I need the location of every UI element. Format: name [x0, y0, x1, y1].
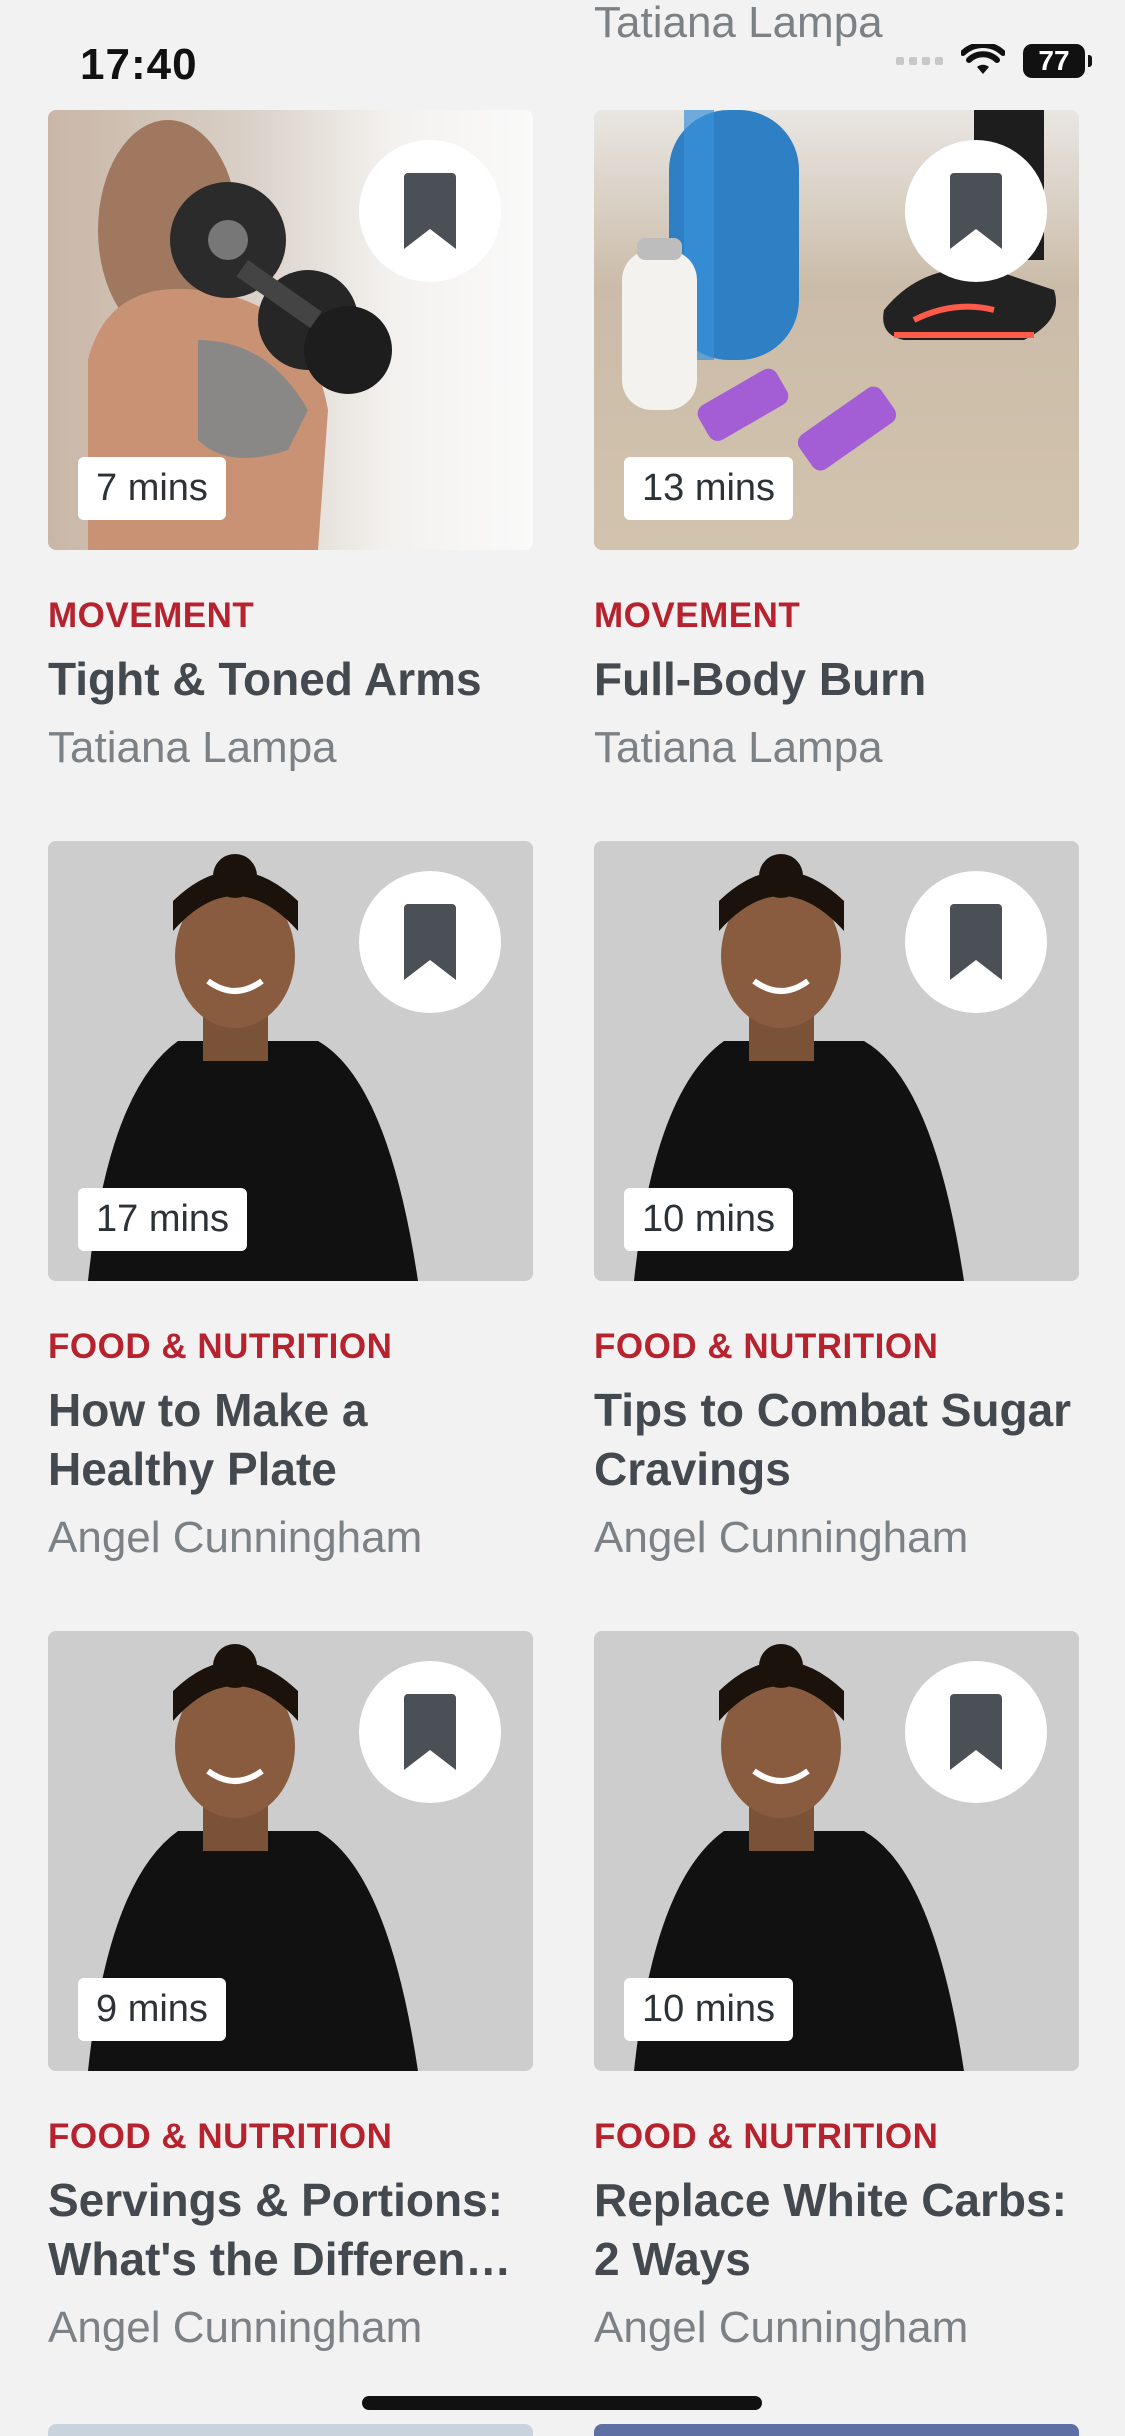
battery-icon: 77 [1023, 44, 1092, 78]
status-time: 17:40 [80, 40, 198, 89]
bookmark-icon [950, 1694, 1002, 1770]
card-author: Angel Cunningham [48, 2303, 423, 2352]
card-thumbnail[interactable]: 10 mins [594, 841, 1079, 1281]
duration-badge: 17 mins [78, 1188, 248, 1251]
content-card[interactable]: 13 mins MOVEMENT Full-Body Burn Tatiana … [594, 110, 1079, 773]
card-author: Tatiana Lampa [594, 723, 883, 772]
duration-badge: 13 mins [624, 457, 794, 520]
card-title[interactable]: Replace White Carbs: 2 Ways [594, 2171, 1079, 2289]
content-card[interactable]: 10 mins FOOD & NUTRITION Tips to Combat … [594, 841, 1079, 1563]
wifi-icon [961, 44, 1005, 74]
content-card[interactable]: 10 mins FOOD & NUTRITION Replace White C… [594, 1631, 1079, 2353]
bookmark-button[interactable] [905, 1661, 1047, 1803]
card-title[interactable]: Tips to Combat Sugar Cravings [594, 1381, 1079, 1499]
duration-badge: 7 mins [78, 457, 226, 520]
card-category: MOVEMENT [48, 596, 255, 635]
duration-badge: 10 mins [624, 1188, 794, 1251]
card-author: Angel Cunningham [594, 1513, 969, 1562]
card-title[interactable]: How to Make a Healthy Plate [48, 1381, 533, 1499]
card-thumbnail[interactable]: 9 mins [48, 1631, 533, 2071]
duration-badge: 10 mins [624, 1978, 794, 2041]
bookmark-icon [404, 173, 456, 249]
card-category: FOOD & NUTRITION [594, 2117, 939, 2156]
next-card-peek[interactable] [48, 2424, 533, 2436]
bookmark-icon [950, 173, 1002, 249]
card-author: Angel Cunningham [48, 1513, 423, 1562]
bookmark-button[interactable] [359, 140, 501, 282]
home-indicator[interactable] [362, 2396, 762, 2410]
next-card-peek[interactable] [594, 2424, 1079, 2436]
content-card[interactable]: 7 mins MOVEMENT Tight & Toned Arms Tatia… [48, 110, 533, 773]
bookmark-button[interactable] [359, 1661, 501, 1803]
previous-card-author: Tatiana Lampa [594, 0, 883, 47]
card-category: FOOD & NUTRITION [48, 2117, 393, 2156]
card-category: FOOD & NUTRITION [48, 1327, 393, 1366]
bookmark-button[interactable] [905, 140, 1047, 282]
card-thumbnail[interactable]: 13 mins [594, 110, 1079, 550]
content-card[interactable]: 17 mins FOOD & NUTRITION How to Make a H… [48, 841, 533, 1563]
card-title[interactable]: Servings & Portions: What's the Differen… [48, 2171, 533, 2289]
content-card[interactable]: 9 mins FOOD & NUTRITION Servings & Porti… [48, 1631, 533, 2353]
card-thumbnail[interactable]: 10 mins [594, 1631, 1079, 2071]
card-title[interactable]: Full-Body Burn [594, 650, 1079, 709]
card-thumbnail[interactable]: 7 mins [48, 110, 533, 550]
card-title[interactable]: Tight & Toned Arms [48, 650, 533, 709]
bookmark-icon [404, 904, 456, 980]
bookmark-button[interactable] [359, 871, 501, 1013]
card-category: FOOD & NUTRITION [594, 1327, 939, 1366]
status-icons: 77 [896, 44, 1092, 78]
duration-badge: 9 mins [78, 1978, 226, 2041]
card-author: Angel Cunningham [594, 2303, 969, 2352]
bookmark-icon [404, 1694, 456, 1770]
card-author: Tatiana Lampa [48, 723, 337, 772]
signal-icon [896, 57, 943, 65]
card-category: MOVEMENT [594, 596, 801, 635]
bookmark-button[interactable] [905, 871, 1047, 1013]
bookmark-icon [950, 904, 1002, 980]
card-thumbnail[interactable]: 17 mins [48, 841, 533, 1281]
